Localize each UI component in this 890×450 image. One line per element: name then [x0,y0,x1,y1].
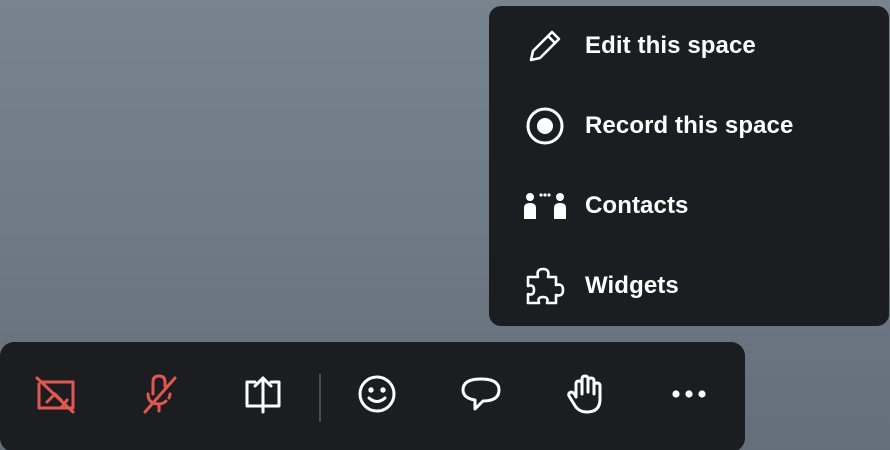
chat-bubble-icon [459,373,503,420]
menu-item-contacts[interactable]: Contacts [489,166,889,246]
camera-off-button[interactable] [27,368,83,424]
share-screen-icon [241,372,285,421]
menu-item-label: Edit this space [585,32,756,59]
puzzle-icon [523,264,567,308]
menu-item-edit-space[interactable]: Edit this space [489,6,889,86]
more-icon [669,387,709,405]
mic-off-button[interactable] [131,368,187,424]
record-icon [523,104,567,148]
pencil-icon [523,24,567,68]
smiley-icon [356,373,398,420]
menu-item-record-space[interactable]: Record this space [489,86,889,166]
camera-off-icon [33,374,77,419]
menu-item-label: Contacts [585,192,689,219]
hand-icon [564,372,606,421]
share-screen-button[interactable] [235,368,291,424]
menu-item-label: Record this space [585,112,794,139]
chat-button[interactable] [453,368,509,424]
more-options-button[interactable] [661,368,717,424]
menu-item-label: Widgets [585,272,679,299]
menu-item-widgets[interactable]: Widgets [489,246,889,326]
mic-off-icon [139,372,179,421]
raise-hand-button[interactable] [557,368,613,424]
contacts-icon [523,184,567,228]
options-menu: Edit this space Record this space Contac… [489,6,889,326]
toolbar-divider [319,374,321,422]
call-controls-toolbar [0,342,745,450]
reactions-button[interactable] [349,368,405,424]
